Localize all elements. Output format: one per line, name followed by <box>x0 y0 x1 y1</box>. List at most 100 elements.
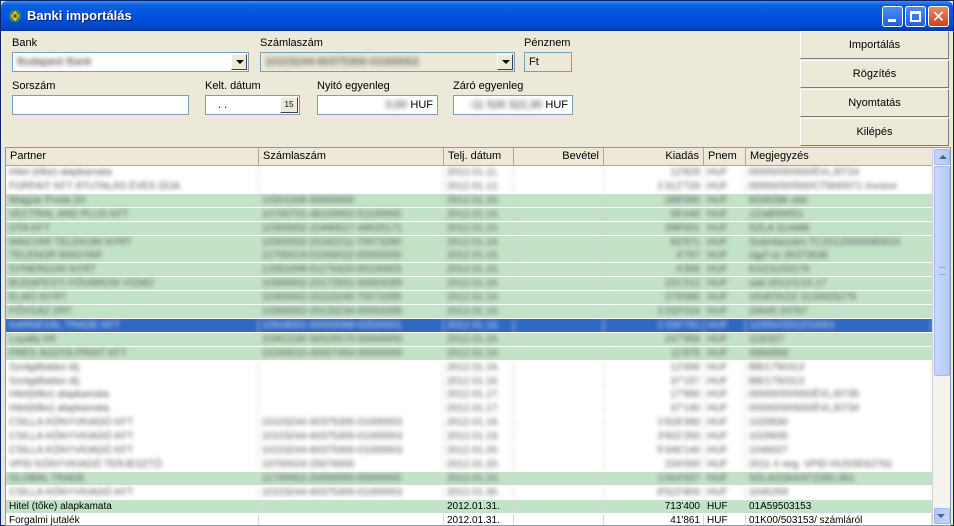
table-row[interactable]: VPID KÖNYVKIADÓ TERJESZTŐ 10700024-250760… <box>6 457 932 471</box>
scroll-up-button[interactable] <box>934 149 950 165</box>
table-cell-cur: HUF <box>704 402 746 416</box>
close-button[interactable]: ✕ <box>928 6 949 27</box>
table-row[interactable]: CSILLA KÖNYVKIADÓ KFT 10103244-60375300-0… <box>6 416 932 430</box>
column-header-currency[interactable]: Pnem <box>704 148 746 166</box>
table-row[interactable]: SYNERGON NYRT 12001008-01176420-00100003 2… <box>6 263 932 277</box>
table-cell-note: 00000/00/000/ÉVLJ0734 <box>746 402 932 416</box>
table-cell-note: 1046259 <box>746 485 932 499</box>
table-cell-expense: 1'156'791 <box>604 318 704 332</box>
table-cell-note: 8206286 utal <box>746 193 932 207</box>
print-button[interactable]: Nyomtatás <box>800 89 949 117</box>
closing-balance-field[interactable]: -11 526 322,30 HUF <box>453 95 573 115</box>
account-combo[interactable]: 10103244-60375300-01000002 <box>260 52 515 72</box>
chevron-down-icon[interactable] <box>231 54 247 70</box>
table-cell-date: 2012.01.16. <box>444 207 514 221</box>
table-row[interactable]: VECTRAL AND PLUS KFT 10700701-46100002-51… <box>6 207 932 221</box>
record-button[interactable]: Rögzítés <box>800 60 949 88</box>
table-row[interactable]: Forgalmi jutalék 2012.01.31. 41'861 HUF 01K0… <box>6 513 932 525</box>
table-cell-account <box>259 513 444 525</box>
table-cell-income <box>514 193 604 207</box>
chevron-down-icon[interactable] <box>497 54 513 70</box>
table-row[interactable]: Hitel(tőke) alapkamata 2012.01.17. 37'140 H… <box>6 402 932 416</box>
maximize-button[interactable] <box>905 6 926 27</box>
serial-input[interactable] <box>12 95 189 115</box>
table-cell-partner: VPID KÖNYVKIADÓ TERJESZTŐ <box>6 457 259 471</box>
table-cell-partner: PRÉS ÁGOTA PRINT KFT <box>6 346 259 360</box>
opening-balance-value: 0,00 <box>385 99 407 111</box>
table-row[interactable]: Magyar Posta Zrt 10201006-50000000 2012.01… <box>6 193 932 207</box>
table-row[interactable]: MAGYAR TELEKOM NYRT 10300002-20182211-700… <box>6 235 932 249</box>
table-cell-date: 2012.01.16. <box>444 277 514 291</box>
table-cell-expense: 17'950 <box>604 388 704 402</box>
import-button[interactable]: Importálás <box>800 31 949 59</box>
table-cell-date: 2012.01.20. <box>444 444 514 457</box>
table-row[interactable]: Hitel (tőke) alapkamata 2012.01.11. 12'829… <box>6 166 932 179</box>
table-row[interactable]: OTA KFT 10300002-10490017-49020171 2012.01… <box>6 221 932 235</box>
table-row[interactable]: ELMŰ NYRT 10300002-20110245-70073285 2012.… <box>6 291 932 305</box>
scroll-thumb[interactable] <box>934 166 950 376</box>
table-cell-income <box>514 374 604 388</box>
table-row[interactable]: TELENOR MAGYAR 11700019-01046022-00000000… <box>6 249 932 263</box>
exit-button[interactable]: Kilépés <box>800 118 949 146</box>
table-row[interactable]: Szolgáltatási díj 2012.01.16. 12'656 HUF BB/… <box>6 360 932 374</box>
table-cell-account: 10103244-60375300-01000003 <box>259 485 444 499</box>
table-row[interactable]: FORFAIT KFT ÁTUTALÁS ÉVES DÍJA 2012.01.12… <box>6 179 932 193</box>
column-header-expense[interactable]: Kiadás <box>604 148 704 166</box>
scroll-down-button[interactable] <box>934 508 950 524</box>
table-cell-partner: Hitel(tőke) alapkamata <box>6 388 259 402</box>
column-header-income[interactable]: Bevétel <box>514 148 604 166</box>
table-cell-expense: 1'628'390 <box>604 416 704 430</box>
table-cell-date: 2012.01.24. <box>444 471 514 485</box>
transactions-grid[interactable]: Partner Számlaszám Telj. dátum Bevétel K… <box>5 147 951 526</box>
table-cell-expense: 41'861 <box>604 513 704 525</box>
table-row[interactable]: PRÉS ÁGOTA PRINT KFT 10200010-40007454-00… <box>6 346 932 360</box>
date-input[interactable]: . . 15 <box>205 95 300 115</box>
account-label: Számlaszám <box>260 37 323 49</box>
table-row[interactable]: Hitel (tőke) alapkamata 2012.01.31. 713'40… <box>6 499 932 513</box>
table-row[interactable]: KARNEVÁL TRADE KFT 10918001-00000068-0252… <box>6 318 932 332</box>
table-row[interactable]: CSILLA KÖNYVKIADÓ KFT 10103244-60375300-0… <box>6 444 932 457</box>
table-row[interactable]: GLOBÁL TRADE 11700002-20000000-00000000 20… <box>6 471 932 485</box>
column-header-note[interactable]: Megjegyzés <box>746 148 932 166</box>
table-cell-partner: Hitel (tőke) alapkamata <box>6 166 259 179</box>
table-cell-account <box>259 179 444 193</box>
table-cell-account: 10300002-10490017-49020171 <box>259 221 444 235</box>
table-cell-note: 4966858 <box>746 346 932 360</box>
column-header-partner[interactable]: Partner <box>6 148 259 166</box>
table-cell-expense: 3'602'250 <box>604 430 704 444</box>
table-row[interactable]: CSILLA KÖNYVKIADÓ KFT 10103244-60375300-0… <box>6 485 932 499</box>
column-header-date[interactable]: Telj. dátum <box>444 148 514 166</box>
calendar-icon[interactable]: 15 <box>280 97 298 113</box>
table-cell-account: 10300002-20172551-00003285 <box>259 277 444 291</box>
table-cell-income <box>514 457 604 471</box>
minimize-button[interactable] <box>882 6 903 27</box>
table-cell-date: 2012.01.11. <box>444 166 514 179</box>
table-cell-expense: 8'522'800 <box>604 485 704 499</box>
vertical-scrollbar[interactable] <box>932 148 950 525</box>
bank-combo[interactable]: Budapest Bank <box>12 52 249 72</box>
table-row[interactable]: FŐVGÁZ ZRT 10300002-20133234-00003285 2012… <box>6 305 932 318</box>
table-row[interactable]: Hitel(tőke) alapkamata 2012.01.17. 17'950 H… <box>6 388 932 402</box>
grid-rows: Hitel (tőke) alapkamata 2012.01.11. 12'829… <box>6 166 932 525</box>
close-icon: ✕ <box>931 7 946 26</box>
table-cell-income <box>514 249 604 263</box>
table-cell-account <box>259 388 444 402</box>
table-cell-note: 119/327 <box>746 332 932 346</box>
table-cell-date: 2012.01.16. <box>444 193 514 207</box>
table-cell-cur: HUF <box>704 305 746 318</box>
table-cell-date: 2012.01.16. <box>444 332 514 346</box>
opening-balance-label: Nyitó egyenleg <box>317 80 390 92</box>
table-cell-account: 11700002-20000000-00000000 <box>259 471 444 485</box>
table-cell-income <box>514 263 604 277</box>
opening-balance-field[interactable]: 0,00 HUF <box>317 95 438 115</box>
table-cell-note: 1029930 <box>746 416 932 430</box>
column-header-account[interactable]: Számlaszám <box>259 148 444 166</box>
table-cell-partner: Forgalmi jutalék <box>6 513 259 525</box>
title-bar[interactable]: Banki importálás ✕ <box>1 1 953 31</box>
table-row[interactable]: CSILLA KÖNYVKIADÓ KFT 10103244-60375300-0… <box>6 430 932 444</box>
table-row[interactable]: BUDAPESTI FŐVÁROSI VÍZMŰ 10300002-2017255… <box>6 277 932 291</box>
table-cell-date: 2012.01.20. <box>444 457 514 471</box>
table-cell-cur: HUF <box>704 360 746 374</box>
table-row[interactable]: Szolgáltatási díj 2012.01.16. 37'157 HUF BB/… <box>6 374 932 388</box>
table-row[interactable]: Loyalty Kft 10402166-50526570-00000000 201… <box>6 332 932 346</box>
